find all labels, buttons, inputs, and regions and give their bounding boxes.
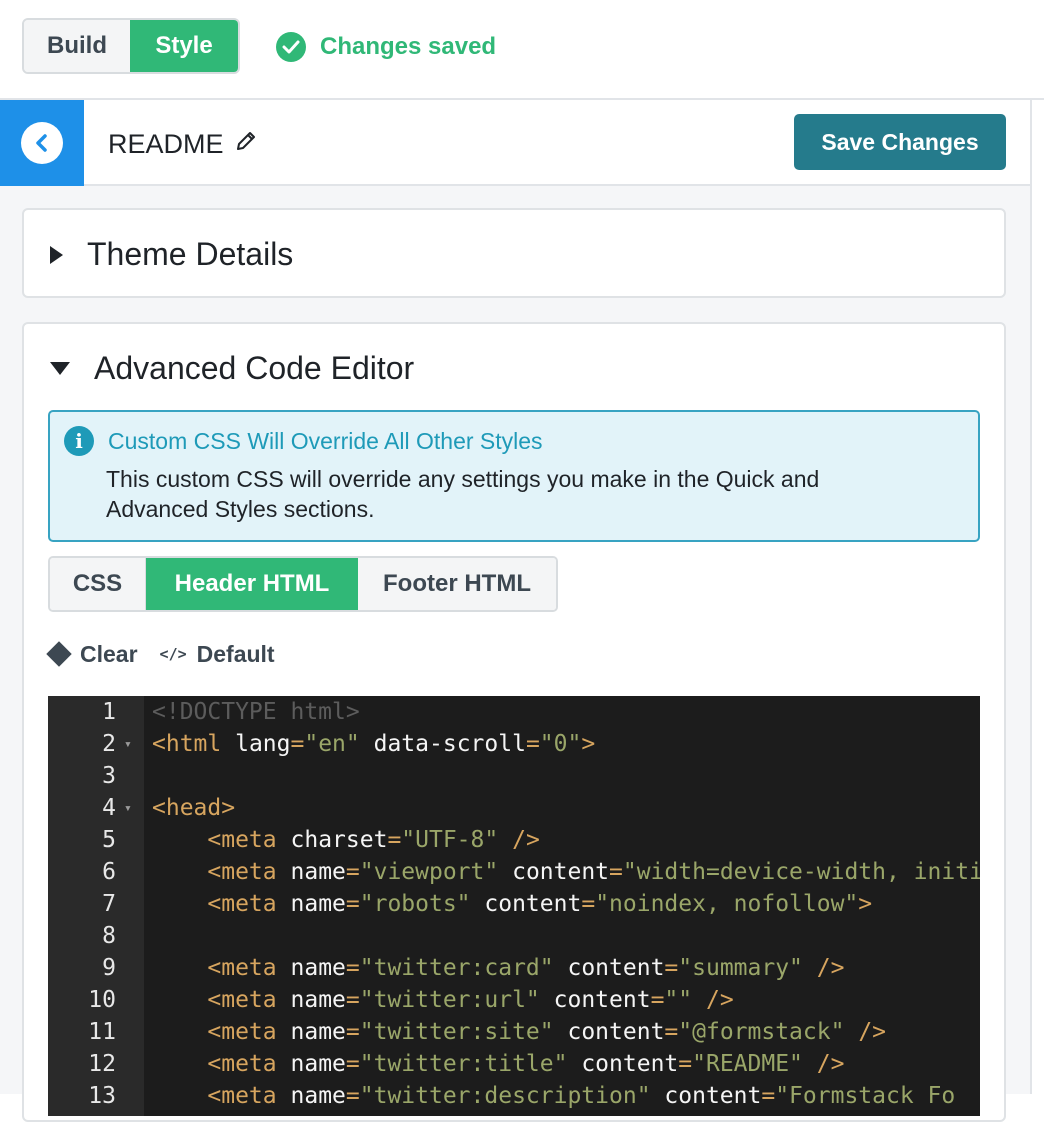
document-title-text: README [108,128,224,159]
line-number: 8 [102,923,116,949]
editor-actions: Clear </> Default [46,638,297,670]
code-icon: </> [159,645,187,663]
code-line[interactable]: 5 <meta charset="UTF-8" /> [48,824,980,856]
panel-header: README Save Changes [0,100,1030,186]
default-label: Default [196,640,275,667]
code-text: <head> [152,795,236,821]
line-number: 10 [88,987,116,1013]
advanced-code-editor-toggle[interactable]: Advanced Code Editor [50,350,414,387]
code-text: <meta name="twitter:title" content="READ… [207,1051,845,1077]
code-line[interactable]: 13 <meta name="twitter:description" cont… [48,1080,980,1112]
theme-details-section: Theme Details [22,208,1006,298]
build-mode-button[interactable]: Build [24,20,130,72]
back-button[interactable] [0,100,84,186]
chevron-left-icon [21,122,63,164]
save-changes-button[interactable]: Save Changes [794,114,1006,170]
line-number: 6 [102,859,116,885]
code-line[interactable]: 7 <meta name="robots" content="noindex, … [48,888,980,920]
theme-details-title: Theme Details [87,236,294,272]
save-status-text: Changes saved [320,33,497,60]
line-number: 3 [102,763,116,789]
eraser-icon [46,641,72,667]
tab-header-html[interactable]: Header HTML [146,558,358,610]
fold-arrow-icon[interactable]: ▾ [118,737,144,752]
check-circle-icon [276,32,306,62]
default-button[interactable]: </> Default [160,641,275,668]
code-line[interactable]: 1 <!DOCTYPE html> [48,696,980,728]
code-line[interactable]: 11 <meta name="twitter:site" content="@f… [48,1016,980,1048]
code-text: <meta name="twitter:card" content="summa… [207,955,845,981]
code-text: <html lang="en" data-scroll="0"> [152,731,596,757]
line-number: 2 [102,731,116,757]
line-number: 4 [102,795,116,821]
code-line[interactable]: 4 ▾ <head> [48,792,980,824]
tab-footer-html[interactable]: Footer HTML [358,558,556,610]
code-line[interactable]: 9 <meta name="twitter:card" content="sum… [48,952,980,984]
code-text: <meta name="twitter:url" content="" /> [207,987,734,1013]
notice-body: This custom CSS will override any settin… [106,466,820,522]
code-text: <meta name="viewport" content="width=dev… [207,859,980,885]
code-text: <meta charset="UTF-8" /> [207,827,540,853]
code-text: <!DOCTYPE html> [152,699,360,725]
top-bar: Build Style Changes saved [0,0,1044,100]
code-line[interactable]: 3 [48,760,980,792]
save-status: Changes saved [276,32,496,62]
code-editor[interactable]: 1 <!DOCTYPE html> 2 ▾ <html lang="en" data-s… [48,696,980,1116]
notice-title: Custom CSS Will Override All Other Style… [108,428,543,454]
line-number: 1 [102,699,116,725]
code-line[interactable]: 6 <meta name="viewport" content="width=d… [48,856,980,888]
style-mode-button[interactable]: Style [130,20,238,72]
info-icon: i [64,426,94,456]
code-line[interactable]: 10 <meta name="twitter:url" content="" /… [48,984,980,1016]
fold-arrow-icon[interactable]: ▾ [118,801,144,816]
advanced-code-editor-title: Advanced Code Editor [94,350,415,386]
line-number: 11 [88,1019,116,1045]
line-number: 9 [102,955,116,981]
code-line[interactable]: 2 ▾ <html lang="en" data-scroll="0"> [48,728,980,760]
line-number: 13 [88,1083,116,1109]
advanced-code-editor-section: Advanced Code Editor i Custom CSS Will O… [22,322,1006,1122]
code-line[interactable]: 8 [48,920,980,952]
css-override-notice: i Custom CSS Will Override All Other Sty… [48,410,980,542]
tab-css[interactable]: CSS [50,558,146,610]
caret-right-icon [50,245,63,264]
line-number: 7 [102,891,116,917]
theme-details-toggle[interactable]: Theme Details [50,236,293,273]
code-text: <meta name="twitter:site" content="@form… [207,1019,887,1045]
document-title[interactable]: README [108,126,258,162]
clear-button[interactable]: Clear [46,640,138,668]
clear-label: Clear [80,640,138,667]
code-line[interactable]: 12 <meta name="twitter:title" content="R… [48,1048,980,1080]
code-text: <meta name="robots" content="noindex, no… [207,891,873,917]
style-editor-panel: README Save Changes Theme Details Advanc… [0,100,1032,1122]
line-number: 5 [102,827,116,853]
line-number: 12 [88,1051,116,1077]
code-tabs: CSS Header HTML Footer HTML [48,556,558,612]
mode-toggle: Build Style [22,18,240,74]
pencil-icon[interactable] [234,129,258,160]
code-text: <meta name="twitter:description" content… [207,1083,956,1109]
caret-down-icon [50,362,70,375]
